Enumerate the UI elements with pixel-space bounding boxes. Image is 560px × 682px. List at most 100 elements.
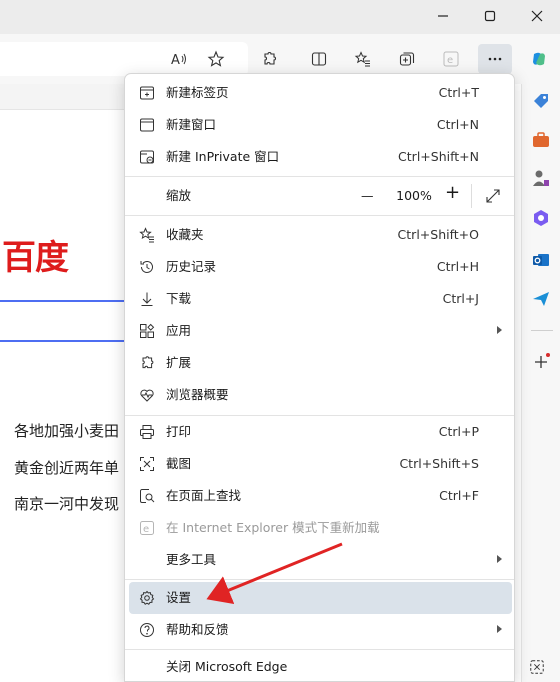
menu-item-zoom: 缩放 — 100% + — [129, 180, 512, 212]
menu-item-shortcut: Ctrl+F — [439, 488, 479, 503]
svg-text:A: A — [171, 53, 180, 68]
menu-item-shortcut: Ctrl+H — [436, 259, 479, 274]
news-item[interactable]: 南京一河中发现 — [14, 493, 126, 514]
menu-item-find-on-page[interactable]: 在页面上查找 Ctrl+F — [129, 480, 512, 512]
menu-item-label: 设置 — [166, 590, 192, 605]
minimize-icon[interactable] — [420, 0, 466, 32]
menu-item-label: 下载 — [166, 291, 192, 306]
svg-text:e: e — [447, 55, 453, 66]
zoom-divider — [471, 184, 472, 208]
menu-item-settings[interactable]: 设置 — [129, 582, 512, 614]
menu-item-label: 在 Internet Explorer 模式下重新加载 — [166, 520, 380, 535]
menu-item-shortcut: Ctrl+J — [442, 291, 479, 306]
menu-item-help-feedback[interactable]: 帮助和反馈 — [129, 614, 512, 646]
menu-item-new-tab[interactable]: 新建标签页 Ctrl+T — [129, 77, 512, 109]
zoom-in-button[interactable]: + — [445, 184, 460, 202]
menu-divider — [125, 176, 514, 177]
menu-item-label: 更多工具 — [166, 552, 217, 567]
menu-item-label: 新建标签页 — [166, 85, 229, 100]
menu-item-shortcut: Ctrl+Shift+N — [398, 149, 479, 164]
menu-item-browser-essentials[interactable]: 浏览器概要 — [129, 379, 512, 411]
settings-icon — [139, 590, 155, 606]
search-box-bottom-border — [0, 340, 124, 342]
zoom-out-button[interactable]: — — [361, 188, 374, 204]
menu-divider — [125, 579, 514, 580]
add-icon[interactable] — [529, 350, 553, 374]
menu-item-downloads[interactable]: 下载 Ctrl+J — [129, 283, 512, 315]
extensions-icon[interactable] — [256, 45, 282, 73]
svg-text:e: e — [143, 524, 149, 535]
menu-divider — [125, 215, 514, 216]
more-icon[interactable] — [478, 44, 512, 74]
news-item[interactable]: 黄金创近两年单 — [14, 457, 126, 478]
title-bar — [0, 0, 560, 34]
zoom-value: 100% — [396, 188, 432, 203]
games-icon[interactable] — [529, 166, 553, 190]
menu-item-shortcut: Ctrl+T — [438, 85, 479, 100]
help-icon — [139, 622, 155, 638]
copilot-icon[interactable] — [526, 45, 552, 73]
menu-divider — [125, 649, 514, 650]
close-icon[interactable] — [514, 0, 560, 32]
browser-essentials-icon — [139, 387, 155, 403]
ie-mode-icon[interactable]: e — [438, 45, 464, 73]
menu-item-history[interactable]: 历史记录 Ctrl+H — [129, 251, 512, 283]
sidebar-divider — [531, 330, 553, 331]
menu-item-label: 打印 — [166, 424, 192, 439]
menu-item-ie-reload: e 在 Internet Explorer 模式下重新加载 — [129, 512, 512, 544]
print-icon — [139, 424, 155, 440]
download-icon — [139, 291, 155, 307]
submenu-arrow-icon — [497, 555, 502, 563]
page-header-strip — [0, 84, 124, 110]
new-tab-icon — [139, 85, 155, 101]
collections-icon[interactable] — [394, 45, 420, 73]
fullscreen-icon[interactable] — [485, 188, 501, 204]
favorites-icon[interactable] — [350, 45, 376, 73]
edge-sidebar — [521, 84, 560, 682]
menu-item-apps[interactable]: 应用 — [129, 315, 512, 347]
menu-item-label: 浏览器概要 — [166, 387, 229, 402]
read-aloud-icon[interactable]: A — [166, 45, 192, 73]
shopping-tag-icon[interactable] — [529, 89, 553, 113]
menu-item-label: 截图 — [166, 456, 192, 471]
menu-item-shortcut: Ctrl+N — [436, 117, 479, 132]
menu-item-screenshot[interactable]: 截图 Ctrl+Shift+S — [129, 448, 512, 480]
menu-item-extensions[interactable]: 扩展 — [129, 347, 512, 379]
menu-item-new-window[interactable]: 新建窗口 Ctrl+N — [129, 109, 512, 141]
menu-item-label: 在页面上查找 — [166, 488, 242, 503]
apps-icon — [139, 323, 155, 339]
menu-item-label: 收藏夹 — [166, 227, 204, 242]
menu-item-label: 新建 InPrivate 窗口 — [166, 149, 280, 164]
news-item[interactable]: 各地加强小麦田 — [14, 420, 126, 441]
history-icon — [139, 259, 155, 275]
menu-item-print[interactable]: 打印 Ctrl+P — [129, 416, 512, 448]
menu-item-favorites[interactable]: 收藏夹 Ctrl+Shift+O — [129, 219, 512, 251]
favorites-icon — [139, 227, 155, 243]
menu-item-shortcut: Ctrl+P — [438, 424, 479, 439]
new-window-icon — [139, 117, 155, 133]
favorite-star-icon[interactable] — [203, 45, 229, 73]
search-box-top-border — [0, 300, 124, 302]
split-screen-icon[interactable] — [306, 45, 332, 73]
sidebar-settings-icon[interactable] — [526, 656, 548, 678]
menu-item-label: 帮助和反馈 — [166, 622, 229, 637]
settings-and-more-menu: 新建标签页 Ctrl+T 新建窗口 Ctrl+N 新建 InPrivate 窗口… — [124, 73, 515, 682]
menu-item-label: 关闭 Microsoft Edge — [166, 659, 288, 674]
menu-item-label: 应用 — [166, 323, 192, 338]
menu-item-shortcut: Ctrl+Shift+O — [397, 227, 479, 242]
send-icon[interactable] — [529, 287, 553, 311]
extensions-icon — [139, 355, 155, 371]
find-icon — [139, 488, 155, 504]
menu-item-new-inprivate[interactable]: 新建 InPrivate 窗口 Ctrl+Shift+N — [129, 141, 512, 173]
outlook-icon[interactable] — [529, 248, 553, 272]
microsoft365-icon[interactable] — [529, 206, 553, 230]
submenu-arrow-icon — [497, 625, 502, 633]
zoom-label: 缩放 — [166, 188, 192, 203]
menu-item-shortcut: Ctrl+Shift+S — [399, 456, 479, 471]
baidu-logo[interactable]: 百度 — [2, 230, 69, 279]
menu-item-close-edge[interactable]: 关闭 Microsoft Edge — [129, 651, 512, 682]
maximize-icon[interactable] — [467, 0, 513, 32]
menu-item-more-tools[interactable]: 更多工具 — [129, 544, 512, 576]
screenshot-icon — [139, 456, 155, 472]
tools-icon[interactable] — [529, 128, 553, 152]
